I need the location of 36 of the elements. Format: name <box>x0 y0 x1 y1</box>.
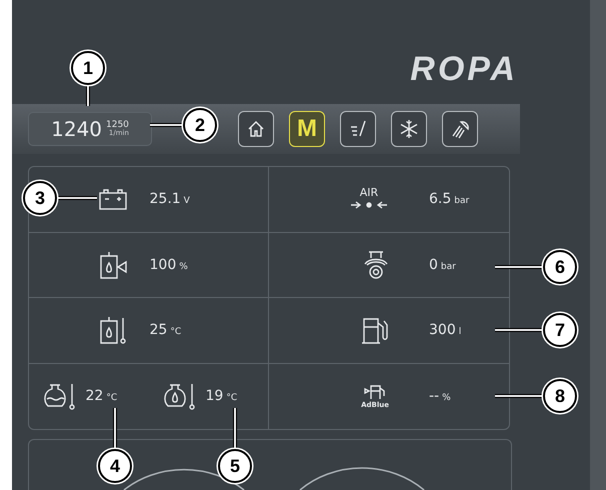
reading-unit: V <box>184 196 190 206</box>
reading-unit: l <box>458 327 462 338</box>
tank-level-icon <box>98 250 128 280</box>
reading-unit: bar <box>454 196 470 206</box>
reading-value: 100 <box>150 256 176 273</box>
reading-unit: °C <box>106 393 118 404</box>
mode-button[interactable] <box>238 111 274 147</box>
reading-value: 22 <box>86 388 104 404</box>
mode-button[interactable]: M <box>289 111 325 147</box>
reading-value: 300 <box>429 322 456 338</box>
mode-button[interactable] <box>391 111 427 147</box>
reading-unit: % <box>442 393 451 404</box>
mode-button[interactable] <box>340 111 376 147</box>
adblue-pump-icon <box>363 383 388 402</box>
reading-value: 19 <box>206 388 224 404</box>
icon-label: AIR <box>360 187 378 198</box>
air-flow-icon <box>349 199 389 212</box>
reading-unit: % <box>179 262 188 272</box>
battery-icon <box>98 188 128 210</box>
reading-value: 25 <box>150 322 168 338</box>
reading-unit: °C <box>170 327 182 338</box>
snowflake-icon <box>398 118 420 140</box>
reading-value: 25.1 <box>150 191 181 208</box>
reading-unit: bar <box>440 262 456 272</box>
brand-logo: ROPA <box>410 52 518 86</box>
reading-value: 0 <box>429 256 438 273</box>
tank-temp-icon <box>98 315 128 346</box>
coolant-temp-icon <box>42 381 76 412</box>
speed-setpoint: 1250 <box>106 121 129 130</box>
reading-value: 6.5 <box>429 191 452 208</box>
reading-unit: °C <box>226 393 238 404</box>
mode-button[interactable] <box>442 111 478 147</box>
reading-value: -- <box>429 388 440 404</box>
engine-speed-value: 1240 <box>51 117 102 141</box>
oil-temp-icon <box>162 381 196 412</box>
pump-icon <box>363 250 389 280</box>
